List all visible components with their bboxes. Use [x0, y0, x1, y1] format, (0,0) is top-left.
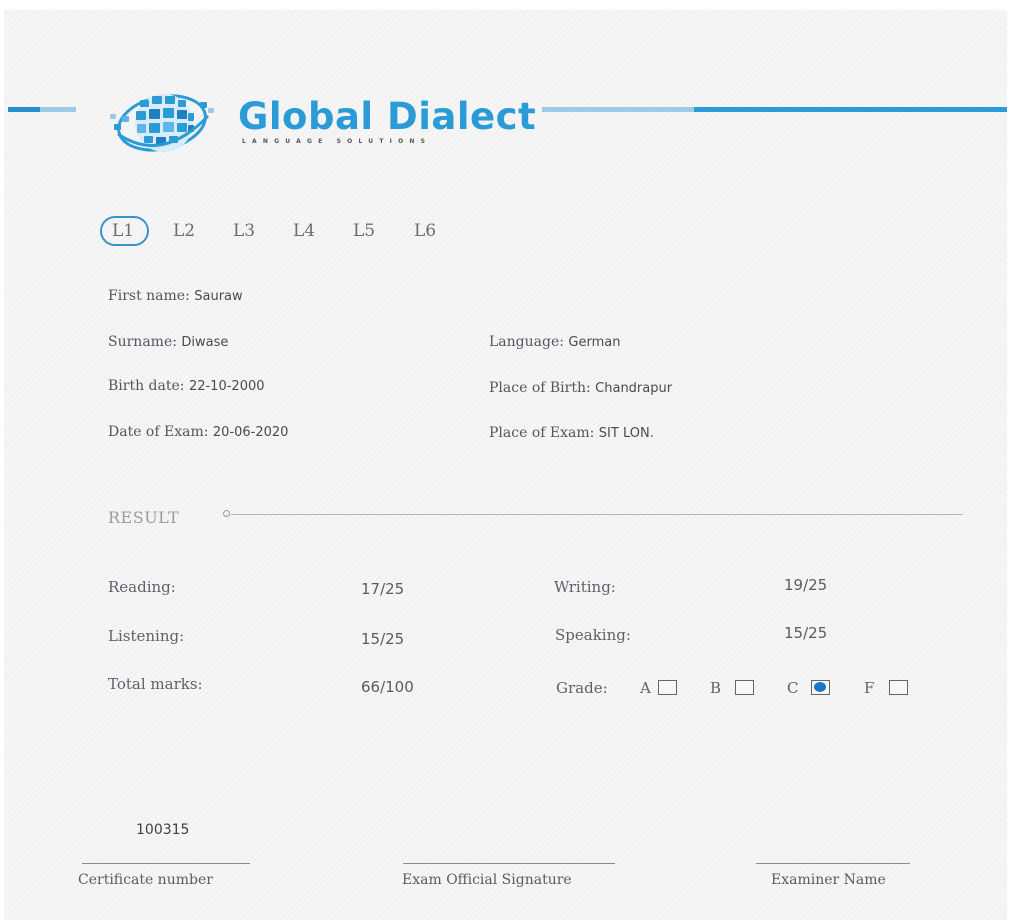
grade-label: Grade: [556, 679, 608, 697]
writing-label: Writing: [554, 578, 616, 596]
place-of-birth-label: Place of Birth: [489, 380, 591, 396]
total-marks-value: 66/100 [361, 678, 414, 696]
level-l6[interactable]: L6 [414, 221, 436, 241]
language-label: Language: [489, 334, 564, 350]
grade-f-checkbox[interactable] [889, 680, 908, 695]
header-bar-left-light [40, 107, 76, 112]
header-bar-right-dark [694, 107, 1007, 112]
reading-label: Reading: [108, 578, 176, 596]
speaking-value: 15/25 [784, 624, 828, 642]
brand-tagline: LANGUAGE SOLUTIONS [242, 138, 432, 145]
header-bar-right-light [542, 107, 694, 112]
certificate-number-line [82, 863, 250, 864]
birth-date-label: Birth date: [108, 378, 185, 394]
brand-name: Global Dialect [238, 95, 537, 138]
grade-f-letter: F [864, 679, 875, 697]
place-of-exam-label: Place of Exam: [489, 425, 595, 441]
surname-label: Surname: [108, 334, 177, 350]
first-name-value: Sauraw [194, 289, 243, 304]
grade-b-checkbox[interactable] [735, 680, 754, 695]
place-of-exam-field: Place of Exam: SIT LON. [489, 425, 654, 441]
place-of-birth-value: Chandrapur [595, 381, 673, 396]
surname-field: Surname: Diwase [108, 334, 228, 350]
grade-c-letter: C [787, 679, 799, 697]
certificate-number-label: Certificate number [78, 872, 213, 888]
listening-label: Listening: [108, 627, 185, 645]
grade-c-checkbox[interactable] [811, 680, 830, 695]
birth-date-field: Birth date: 22-10-2000 [108, 378, 265, 394]
language-field: Language: German [489, 334, 620, 350]
language-value: German [568, 335, 621, 350]
date-of-exam-field: Date of Exam: 20-06-2020 [108, 424, 288, 440]
total-marks-label: Total marks: [108, 675, 203, 693]
writing-value: 19/25 [784, 576, 828, 594]
certificate-sheet: Global Dialect LANGUAGE SOLUTIONS L1 L2 … [4, 10, 1007, 920]
date-of-exam-label: Date of Exam: [108, 424, 209, 440]
globe-logo-icon [110, 94, 214, 152]
exam-official-signature-label: Exam Official Signature [402, 872, 572, 888]
grade-c-selected-dot [814, 682, 826, 692]
examiner-name-line [756, 863, 910, 864]
birth-date-value: 22-10-2000 [188, 379, 265, 394]
level-l1[interactable]: L1 [112, 221, 134, 241]
level-l5[interactable]: L5 [353, 221, 375, 241]
reading-value: 17/25 [361, 580, 405, 598]
examiner-name-label: Examiner Name [771, 872, 886, 888]
level-l4[interactable]: L4 [293, 221, 315, 241]
grade-a-letter: A [640, 679, 651, 697]
date-of-exam-value: 20-06-2020 [212, 425, 289, 440]
grade-a-checkbox[interactable] [658, 680, 677, 695]
grade-b-letter: B [710, 679, 722, 697]
first-name-field: First name: Sauraw [108, 288, 243, 304]
signature-line [403, 863, 615, 864]
result-divider-dot [223, 510, 230, 517]
result-divider-line [231, 514, 963, 515]
first-name-label: First name: [108, 288, 190, 304]
certificate-number-value: 100315 [136, 822, 190, 838]
speaking-label: Speaking: [555, 626, 631, 644]
header-bar-left-dark [8, 107, 40, 112]
level-l3[interactable]: L3 [233, 221, 255, 241]
place-of-birth-field: Place of Birth: Chandrapur [489, 380, 672, 396]
surname-value: Diwase [181, 335, 229, 350]
listening-value: 15/25 [361, 630, 405, 648]
result-heading: RESULT [108, 508, 180, 527]
place-of-exam-value: SIT LON. [598, 426, 654, 441]
level-l2[interactable]: L2 [173, 221, 195, 241]
